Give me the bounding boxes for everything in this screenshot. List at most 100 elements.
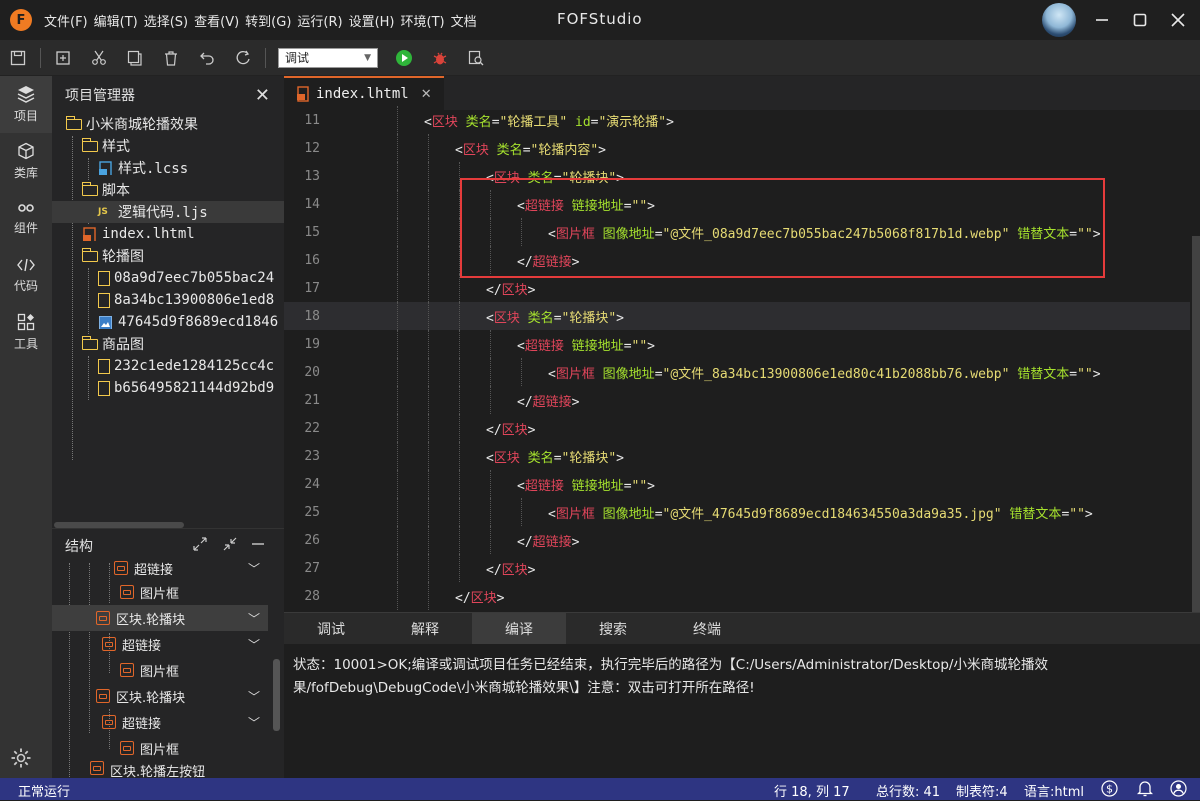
menu-edit[interactable]: 编辑(T) [94, 11, 138, 30]
account-icon[interactable] [1170, 780, 1187, 801]
structure-node-label: 图片框 [140, 586, 180, 602]
copy-button[interactable] [117, 43, 153, 73]
tab-terminal[interactable]: 终端 [660, 613, 754, 645]
code-line[interactable]: 28 </区块> [284, 582, 1190, 610]
structure-node[interactable]: 区块.轮播左按钮 [52, 761, 268, 779]
minimize-button[interactable] [1090, 8, 1114, 32]
activity-library[interactable]: 类库 [0, 133, 52, 190]
tree-file-image[interactable]: 47645d9f8689ecd1846 [52, 311, 284, 333]
structure-node[interactable]: 图片框 [52, 657, 268, 683]
status-language[interactable]: 语言:html [1024, 781, 1084, 800]
tree-file[interactable]: 08a9d7eec7b055bac24 [52, 267, 284, 289]
menu-environment[interactable]: 环境(T) [401, 11, 445, 30]
structure-node[interactable]: 图片框 [52, 735, 268, 761]
cut-button[interactable] [81, 43, 117, 73]
run-mode-select[interactable]: 调试 ▼ [278, 47, 378, 68]
tree-folder-products[interactable]: 商品图 [52, 333, 284, 355]
activity-components[interactable]: 组件 [0, 190, 52, 247]
activity-project[interactable]: 项目 [0, 76, 52, 133]
structure-minimize-button[interactable] [252, 537, 264, 555]
code-line[interactable]: 11 <区块 类名="轮播工具" id="演示轮播"> [284, 106, 1190, 134]
chevron-down-icon[interactable]: ﹀ [248, 636, 260, 653]
save-button[interactable] [0, 43, 36, 73]
avatar[interactable] [1042, 3, 1076, 37]
structure-node[interactable]: 区块.轮播块 ﹀ [52, 683, 268, 709]
tree-file[interactable]: 8a34bc13900806e1ed8 [52, 289, 284, 311]
status-tab-size[interactable]: 制表符:4 [956, 781, 1008, 800]
menu-file[interactable]: 文件(F) [44, 11, 88, 30]
code-line[interactable]: 26 </超链接> [284, 526, 1190, 554]
structure-node[interactable]: 图片框 [52, 579, 268, 605]
code-line[interactable]: 19 <超链接 链接地址=""> [284, 330, 1190, 358]
editor-tab[interactable]: index.lhtml ✕ [284, 76, 444, 110]
activity-tools-label: 工具 [13, 337, 38, 351]
tab-search[interactable]: 搜索 [566, 613, 660, 645]
new-file-button[interactable] [45, 43, 81, 73]
code-line[interactable]: 21 </超链接> [284, 386, 1190, 414]
code-line[interactable]: 27 </区块> [284, 554, 1190, 582]
collapse-all-button[interactable] [223, 537, 237, 555]
file-icon [98, 358, 110, 374]
tab-interpret[interactable]: 解释 [378, 613, 472, 645]
tree-folder-project[interactable]: 小米商城轮播效果 [52, 113, 284, 135]
menu-view[interactable]: 查看(V) [194, 11, 239, 30]
structure-node[interactable]: 超链接 ﹀ [52, 631, 268, 657]
code-token: 类名 [465, 114, 492, 130]
menu-settings[interactable]: 设置(H) [349, 11, 395, 30]
minimize-icon [1096, 19, 1108, 21]
chevron-down-icon[interactable]: ﹀ [248, 610, 260, 627]
debug-button[interactable] [422, 43, 458, 73]
structure-node[interactable]: 区块.轮播块 ﹀ [52, 605, 268, 631]
tab-compile[interactable]: 编译 [472, 613, 566, 645]
editor-scrollbar[interactable] [1192, 236, 1200, 656]
delete-button[interactable] [153, 43, 189, 73]
structure-scrollbar[interactable] [273, 659, 280, 731]
tree-folder-carousel[interactable]: 轮播图 [52, 245, 284, 267]
tab-debug[interactable]: 调试 [284, 613, 378, 645]
code-line[interactable]: 25 <图片框 图像地址="@文件_47645d9f8689ecd18463455… [284, 498, 1190, 526]
activity-code[interactable]: 代码 [0, 247, 52, 304]
settings-button[interactable] [10, 747, 32, 769]
explorer-close-button[interactable]: ✕ [255, 85, 270, 106]
close-button[interactable] [1166, 8, 1190, 32]
bell-icon[interactable] [1136, 780, 1154, 801]
code-line[interactable]: 24 <超链接 链接地址=""> [284, 470, 1190, 498]
undo-button[interactable] [189, 43, 225, 73]
structure-node[interactable]: 超链接 ﹀ [52, 555, 268, 581]
tree-folder-styles[interactable]: 样式 [52, 135, 284, 157]
activity-tools[interactable]: 工具 [0, 304, 52, 361]
expand-all-button[interactable] [193, 537, 207, 555]
code-line[interactable]: 20 <图片框 图像地址="@文件_8a34bc13900806e1ed80c41… [284, 358, 1190, 386]
tree-folder-scripts[interactable]: 脚本 [52, 179, 284, 201]
tree-file[interactable]: 232c1ede1284125cc4c [52, 355, 284, 377]
output-console[interactable]: 状态：10001>OK;编译或调试项目任务已经结束，执行完毕后的路径为【C:/U… [284, 644, 1200, 778]
menu-goto[interactable]: 转到(G) [245, 11, 291, 30]
tab-close-icon[interactable]: ✕ [421, 87, 432, 102]
activity-bar: 项目 类库 组件 代码 工具 [0, 76, 52, 778]
tree-file-lhtml[interactable]: index.lhtml [52, 223, 284, 245]
code-line[interactable]: 17 </区块> [284, 274, 1190, 302]
menu-run[interactable]: 运行(R) [297, 11, 342, 30]
redo-button[interactable] [225, 43, 261, 73]
save-icon [10, 50, 26, 65]
maximize-button[interactable] [1128, 8, 1152, 32]
chevron-down-icon[interactable]: ﹀ [248, 688, 260, 705]
tree-file-ljs[interactable]: JS 逻辑代码.ljs [52, 201, 284, 223]
donate-icon[interactable]: $ [1101, 780, 1118, 801]
run-button[interactable] [386, 43, 422, 73]
tree-file-lcss[interactable]: 样式.lcss [52, 157, 284, 179]
code-line[interactable]: 12 <区块 类名="轮播内容"> [284, 134, 1190, 162]
structure-node[interactable]: 超链接 ﹀ [52, 709, 268, 735]
tree-file[interactable]: b656495821144d92bd9 [52, 377, 284, 399]
chevron-down-icon[interactable]: ﹀ [248, 560, 260, 577]
chevron-down-icon[interactable]: ﹀ [248, 714, 260, 731]
code-line[interactable]: 22 </区块> [284, 414, 1190, 442]
menu-select[interactable]: 选择(S) [144, 11, 188, 30]
search-files-button[interactable] [458, 43, 494, 73]
code-line[interactable]: 23 <区块 类名="轮播块"> [284, 442, 1190, 470]
element-node-icon [120, 741, 134, 755]
code-token: 区块 [470, 590, 497, 606]
status-cursor-position[interactable]: 行 18, 列 17 [774, 781, 850, 800]
code-line[interactable]: 18 <区块 类名="轮播块"> [284, 302, 1190, 330]
menu-docs[interactable]: 文档 [451, 11, 477, 30]
